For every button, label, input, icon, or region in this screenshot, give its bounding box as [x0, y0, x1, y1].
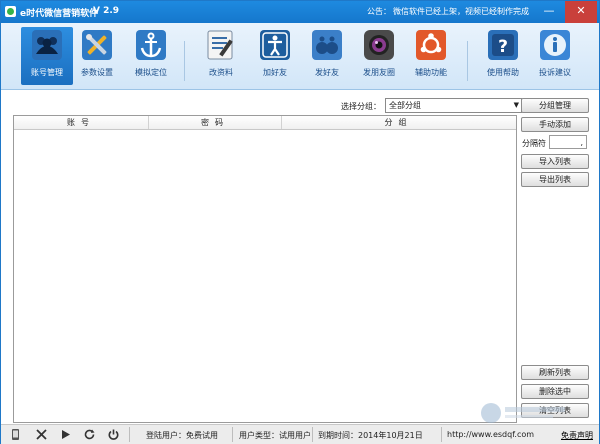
toolbar-divider [184, 41, 185, 81]
play-icon[interactable] [59, 428, 72, 441]
tool-location[interactable]: 模拟定位 [125, 27, 177, 85]
tool-feedback[interactable]: 投诉建议 [529, 27, 581, 85]
close-button[interactable]: ✕ [565, 1, 597, 23]
table-header: 账号 密码 分组 [14, 116, 516, 130]
status-divider [441, 427, 442, 442]
expire-date-text: 到期时间：2014年10月21日 [318, 431, 423, 440]
app-title: e时代微信营销软件 [20, 9, 99, 19]
status-divider [129, 427, 130, 442]
tool-assist[interactable]: 辅助功能 [405, 27, 457, 85]
anchor-icon [136, 30, 166, 60]
disclaimer-link[interactable]: 免责声明 [561, 430, 593, 441]
assist-icon [416, 30, 446, 60]
send-friend-icon [312, 30, 342, 60]
group-select-value: 全部分组 [389, 101, 421, 110]
tool-parameter-settings[interactable]: 参数设置 [71, 27, 123, 85]
title-bar: e时代微信营销软件 V 2.9 公告： 微信软件已经上架，视频已经制作完成 — … [1, 1, 599, 23]
export-list-button[interactable]: 导出列表 [521, 172, 589, 187]
tool-label: 参数设置 [81, 68, 113, 77]
tool-add-friend[interactable]: 加好友 [249, 27, 301, 85]
account-table[interactable]: 账号 密码 分组 [13, 115, 517, 423]
help-icon: ? [488, 30, 518, 60]
column-header-account[interactable]: 账号 [14, 116, 149, 129]
toolbar-divider [467, 41, 468, 81]
tool-label: 发好友 [315, 68, 339, 77]
svg-text:?: ? [498, 37, 508, 57]
power-icon[interactable] [107, 428, 120, 441]
tool-account-manage[interactable]: 账号管理 [21, 27, 73, 85]
tool-label: 发朋友圈 [363, 68, 395, 77]
account-panel: 选择分组： 全部分组 ▼ 账号 密码 分组 分组管理 手动添加 分隔符 , 导入… [1, 90, 599, 424]
login-user-text: 登陆用户：免费试用 [146, 431, 218, 440]
status-divider [312, 427, 313, 442]
tool-label: 加好友 [263, 68, 287, 77]
app-window: e时代微信营销软件 V 2.9 公告： 微信软件已经上架，视频已经制作完成 — … [0, 0, 600, 444]
edit-profile-icon [207, 30, 233, 60]
watermark-logo-icon [481, 403, 565, 423]
delete-selected-button[interactable]: 删除选中 [521, 384, 589, 399]
camera-icon [364, 30, 394, 60]
users-icon [32, 30, 62, 60]
tools-icon[interactable] [35, 428, 48, 441]
tool-label: 投诉建议 [539, 68, 571, 77]
app-version: V 2.9 [93, 6, 120, 16]
import-list-button[interactable]: 导入列表 [521, 154, 589, 169]
tool-label: 使用帮助 [487, 68, 519, 77]
tool-edit-profile[interactable]: 改资料 [195, 27, 247, 85]
column-header-password[interactable]: 密码 [149, 116, 282, 129]
column-header-group[interactable]: 分组 [282, 116, 515, 129]
tool-label: 模拟定位 [135, 68, 167, 77]
tool-label: 辅助功能 [415, 68, 447, 77]
group-filter-label: 选择分组： [341, 102, 381, 111]
status-divider [232, 427, 233, 442]
separator-input[interactable]: , [549, 135, 587, 149]
tool-label: 账号管理 [31, 68, 63, 77]
status-bar: 登陆用户：免费试用 用户类型：试用用户 到期时间：2014年10月21日 htt… [1, 424, 599, 444]
manual-add-button[interactable]: 手动添加 [521, 117, 589, 132]
refresh-icon[interactable] [83, 428, 96, 441]
tool-label: 改资料 [209, 68, 233, 77]
info-icon [540, 30, 570, 60]
main-toolbar: 账号管理 参数设置 模拟定位 改资料 加好友 发好友 发朋友圈 辅助功能 ? 使… [1, 23, 599, 90]
website-link[interactable]: http://www.esdqf.com [447, 430, 534, 439]
user-type-text: 用户类型：试用用户 [239, 431, 311, 440]
add-friend-icon [260, 30, 290, 60]
refresh-list-button[interactable]: 刷新列表 [521, 365, 589, 380]
tool-send-friend[interactable]: 发好友 [301, 27, 353, 85]
tool-help[interactable]: ? 使用帮助 [477, 27, 529, 85]
group-select[interactable]: 全部分组 ▼ [385, 98, 522, 113]
group-manage-button[interactable]: 分组管理 [521, 98, 589, 113]
separator-label: 分隔符 [522, 139, 546, 148]
app-logo-icon [5, 6, 16, 17]
tool-moments[interactable]: 发朋友圈 [353, 27, 405, 85]
tools-icon [82, 30, 112, 60]
dropdown-arrow-icon: ▼ [513, 101, 519, 109]
phone-icon[interactable] [9, 428, 22, 441]
minimize-button[interactable]: — [535, 1, 563, 23]
notice-text[interactable]: 微信软件已经上架，视频已经制作完成 [393, 6, 529, 17]
notice-label: 公告： [367, 7, 391, 16]
